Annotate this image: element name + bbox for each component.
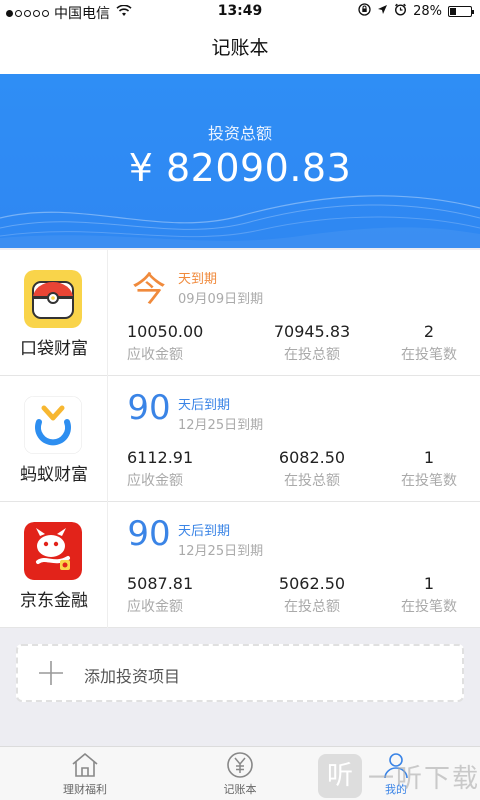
battery-fill	[450, 8, 456, 15]
due-date: 12月25日到期	[178, 418, 264, 433]
investment-count-stat: 2 在投笔数	[394, 322, 464, 364]
tab-label: 理财福利	[63, 783, 107, 796]
battery-icon	[448, 6, 474, 17]
days-remaining: 90	[127, 514, 171, 554]
receivable-stat: 10050.00 应收金额	[127, 322, 203, 364]
tab-label: 记账本	[223, 783, 257, 796]
stat-label: 在投总额	[284, 599, 340, 615]
watermark: 听 一听下载	[318, 752, 480, 800]
investment-total-banner: 投资总额 ¥ 82090.83	[0, 74, 480, 248]
yen-circle-icon	[227, 752, 253, 778]
platform-name: 蚂蚁财富	[20, 465, 88, 485]
location-icon	[377, 4, 388, 19]
days-label: 天后到期	[178, 398, 231, 413]
stat-value: 2	[423, 322, 435, 341]
stat-value: 6112.91	[127, 448, 194, 467]
platform-logo-column: 口袋财富	[0, 250, 108, 376]
invested-total-stat: 5062.50 在投总额	[252, 574, 372, 616]
stat-label: 应收金额	[127, 599, 183, 615]
jd-finance-icon	[24, 522, 82, 580]
stat-label: 在投总额	[284, 347, 340, 363]
stat-label: 在投总额	[284, 473, 340, 489]
days-remaining: 今	[132, 270, 166, 310]
pocket-wallet-icon	[24, 270, 82, 328]
stat-value: 10050.00	[127, 322, 204, 341]
stat-value: 5087.81	[127, 574, 194, 593]
tab-account-book[interactable]: 记账本	[190, 751, 290, 797]
add-investment-label: 添加投资项目	[84, 667, 181, 686]
platform-name: 口袋财富	[20, 339, 88, 359]
stat-label: 应收金额	[127, 347, 183, 363]
platform-card[interactable]: 口袋财富 今 天到期 09月09日到期 10050.00 应收金额 70945.…	[0, 250, 480, 376]
investment-count-stat: 1 在投笔数	[394, 448, 464, 490]
stat-label: 在投笔数	[401, 599, 457, 615]
stat-value: 6082.50	[278, 448, 346, 467]
platform-name: 京东金融	[20, 591, 88, 611]
plus-icon	[38, 652, 64, 694]
due-date: 12月25日到期	[178, 544, 264, 559]
tab-finance-benefits[interactable]: 理财福利	[35, 751, 135, 797]
stat-label: 在投笔数	[401, 473, 457, 489]
watermark-text: 一听下载	[368, 764, 480, 794]
receivable-stat: 6112.91 应收金额	[127, 448, 193, 490]
lock-rotation-icon	[358, 3, 371, 20]
alarm-icon	[394, 3, 407, 20]
house-icon	[72, 753, 98, 777]
days-remaining: 90	[127, 388, 171, 428]
invested-total-stat: 6082.50 在投总额	[252, 448, 372, 490]
due-date: 09月09日到期	[178, 292, 264, 307]
platform-logo-column: 京东金融	[0, 502, 108, 628]
platform-card[interactable]: 蚂蚁财富 90 天后到期 12月25日到期 6112.91 应收金额 6082.…	[0, 376, 480, 502]
status-bar: 中国电信 13:49 28%	[0, 0, 480, 22]
stat-label: 应收金额	[127, 473, 183, 489]
wave-decoration	[0, 195, 480, 248]
page-title: 记账本	[0, 22, 480, 74]
investment-count-stat: 1 在投笔数	[394, 574, 464, 616]
stat-label: 在投笔数	[401, 347, 457, 363]
stat-value: 70945.83	[273, 322, 351, 341]
add-investment-button[interactable]: 添加投资项目	[16, 644, 464, 702]
status-right: 28%	[358, 3, 474, 20]
stat-value: 1	[423, 448, 435, 467]
days-label: 天到期	[178, 272, 218, 287]
platform-list: 口袋财富 今 天到期 09月09日到期 10050.00 应收金额 70945.…	[0, 250, 480, 628]
platform-logo-column: 蚂蚁财富	[0, 376, 108, 502]
days-label: 天后到期	[178, 524, 231, 539]
total-label: 投资总额	[207, 124, 272, 143]
ant-fortune-icon	[24, 396, 82, 454]
receivable-stat: 5087.81 应收金额	[127, 574, 193, 616]
invested-total-stat: 70945.83 在投总额	[252, 322, 372, 364]
platform-card[interactable]: 京东金融 90 天后到期 12月25日到期 5087.81 应收金额 5062.…	[0, 502, 480, 628]
watermark-logo-icon: 听	[318, 754, 362, 798]
stat-value: 1	[423, 574, 435, 593]
stat-value: 5062.50	[278, 574, 346, 593]
battery-percent: 28%	[413, 4, 442, 19]
